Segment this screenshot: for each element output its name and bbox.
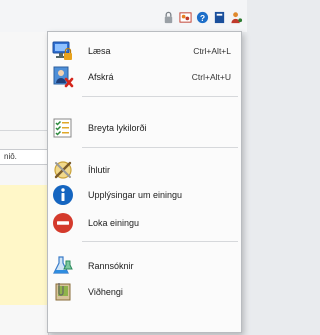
flask-icon — [53, 256, 73, 274]
menu-item-label: Breyta lykilorði — [88, 123, 147, 133]
text-field-value: niô. — [4, 152, 17, 161]
menu-separator — [82, 147, 238, 148]
menu-item-shortcut: Ctrl+Alt+L — [193, 46, 231, 56]
menu-item-unit-info[interactable]: Upplýsingar um einingu — [48, 182, 241, 208]
menu-item-shortcut: Ctrl+Alt+U — [191, 72, 231, 82]
menu-item-change-password[interactable]: Breyta lykilorði — [48, 115, 241, 141]
menu-item-components[interactable]: Íhlutir — [48, 157, 241, 183]
menu-item-lock[interactable]: Læsa Ctrl+Alt+L — [48, 38, 241, 64]
menu-item-label: Íhlutir — [88, 165, 111, 175]
svg-text:?: ? — [200, 12, 205, 22]
menu-item-label: Rannsóknir — [88, 261, 134, 271]
password-form-icon — [53, 118, 72, 138]
highlighted-panel — [0, 185, 48, 305]
component-tools-icon — [54, 161, 72, 179]
monitor-lock-icon — [52, 41, 72, 60]
menu-item-label: Viðhengi — [88, 287, 123, 297]
divider — [0, 130, 48, 131]
menu-item-label: Loka einingu — [88, 218, 140, 228]
info-circle-icon — [53, 185, 73, 205]
user-menu: Læsa Ctrl+Alt+L Afskrá Ctrl+Alt+U Breyta… — [47, 31, 242, 333]
menu-item-research[interactable]: Rannsóknir — [48, 253, 241, 279]
menu-item-attachments[interactable]: Viðhengi — [48, 279, 241, 305]
toolbar: ? — [162, 10, 243, 24]
menu-separator — [82, 96, 238, 97]
help-circle-icon[interactable]: ? — [196, 11, 209, 24]
attachment-icon — [55, 283, 71, 301]
stop-circle-icon — [53, 213, 73, 233]
user-logout-icon — [53, 66, 74, 88]
menu-item-label: Læsa — [88, 46, 111, 56]
lock-icon[interactable] — [162, 11, 175, 24]
menu-separator — [82, 241, 238, 242]
menu-item-close-unit[interactable]: Loka einingu — [48, 210, 241, 236]
user-group-icon[interactable] — [179, 11, 192, 24]
menu-item-logout[interactable]: Afskrá Ctrl+Alt+U — [48, 64, 241, 90]
user-settings-icon[interactable] — [230, 11, 243, 24]
text-field[interactable]: niô. — [0, 149, 48, 165]
menu-item-label: Upplýsingar um einingu — [88, 190, 183, 200]
menu-item-label: Afskrá — [88, 72, 114, 82]
book-icon[interactable] — [213, 11, 226, 24]
